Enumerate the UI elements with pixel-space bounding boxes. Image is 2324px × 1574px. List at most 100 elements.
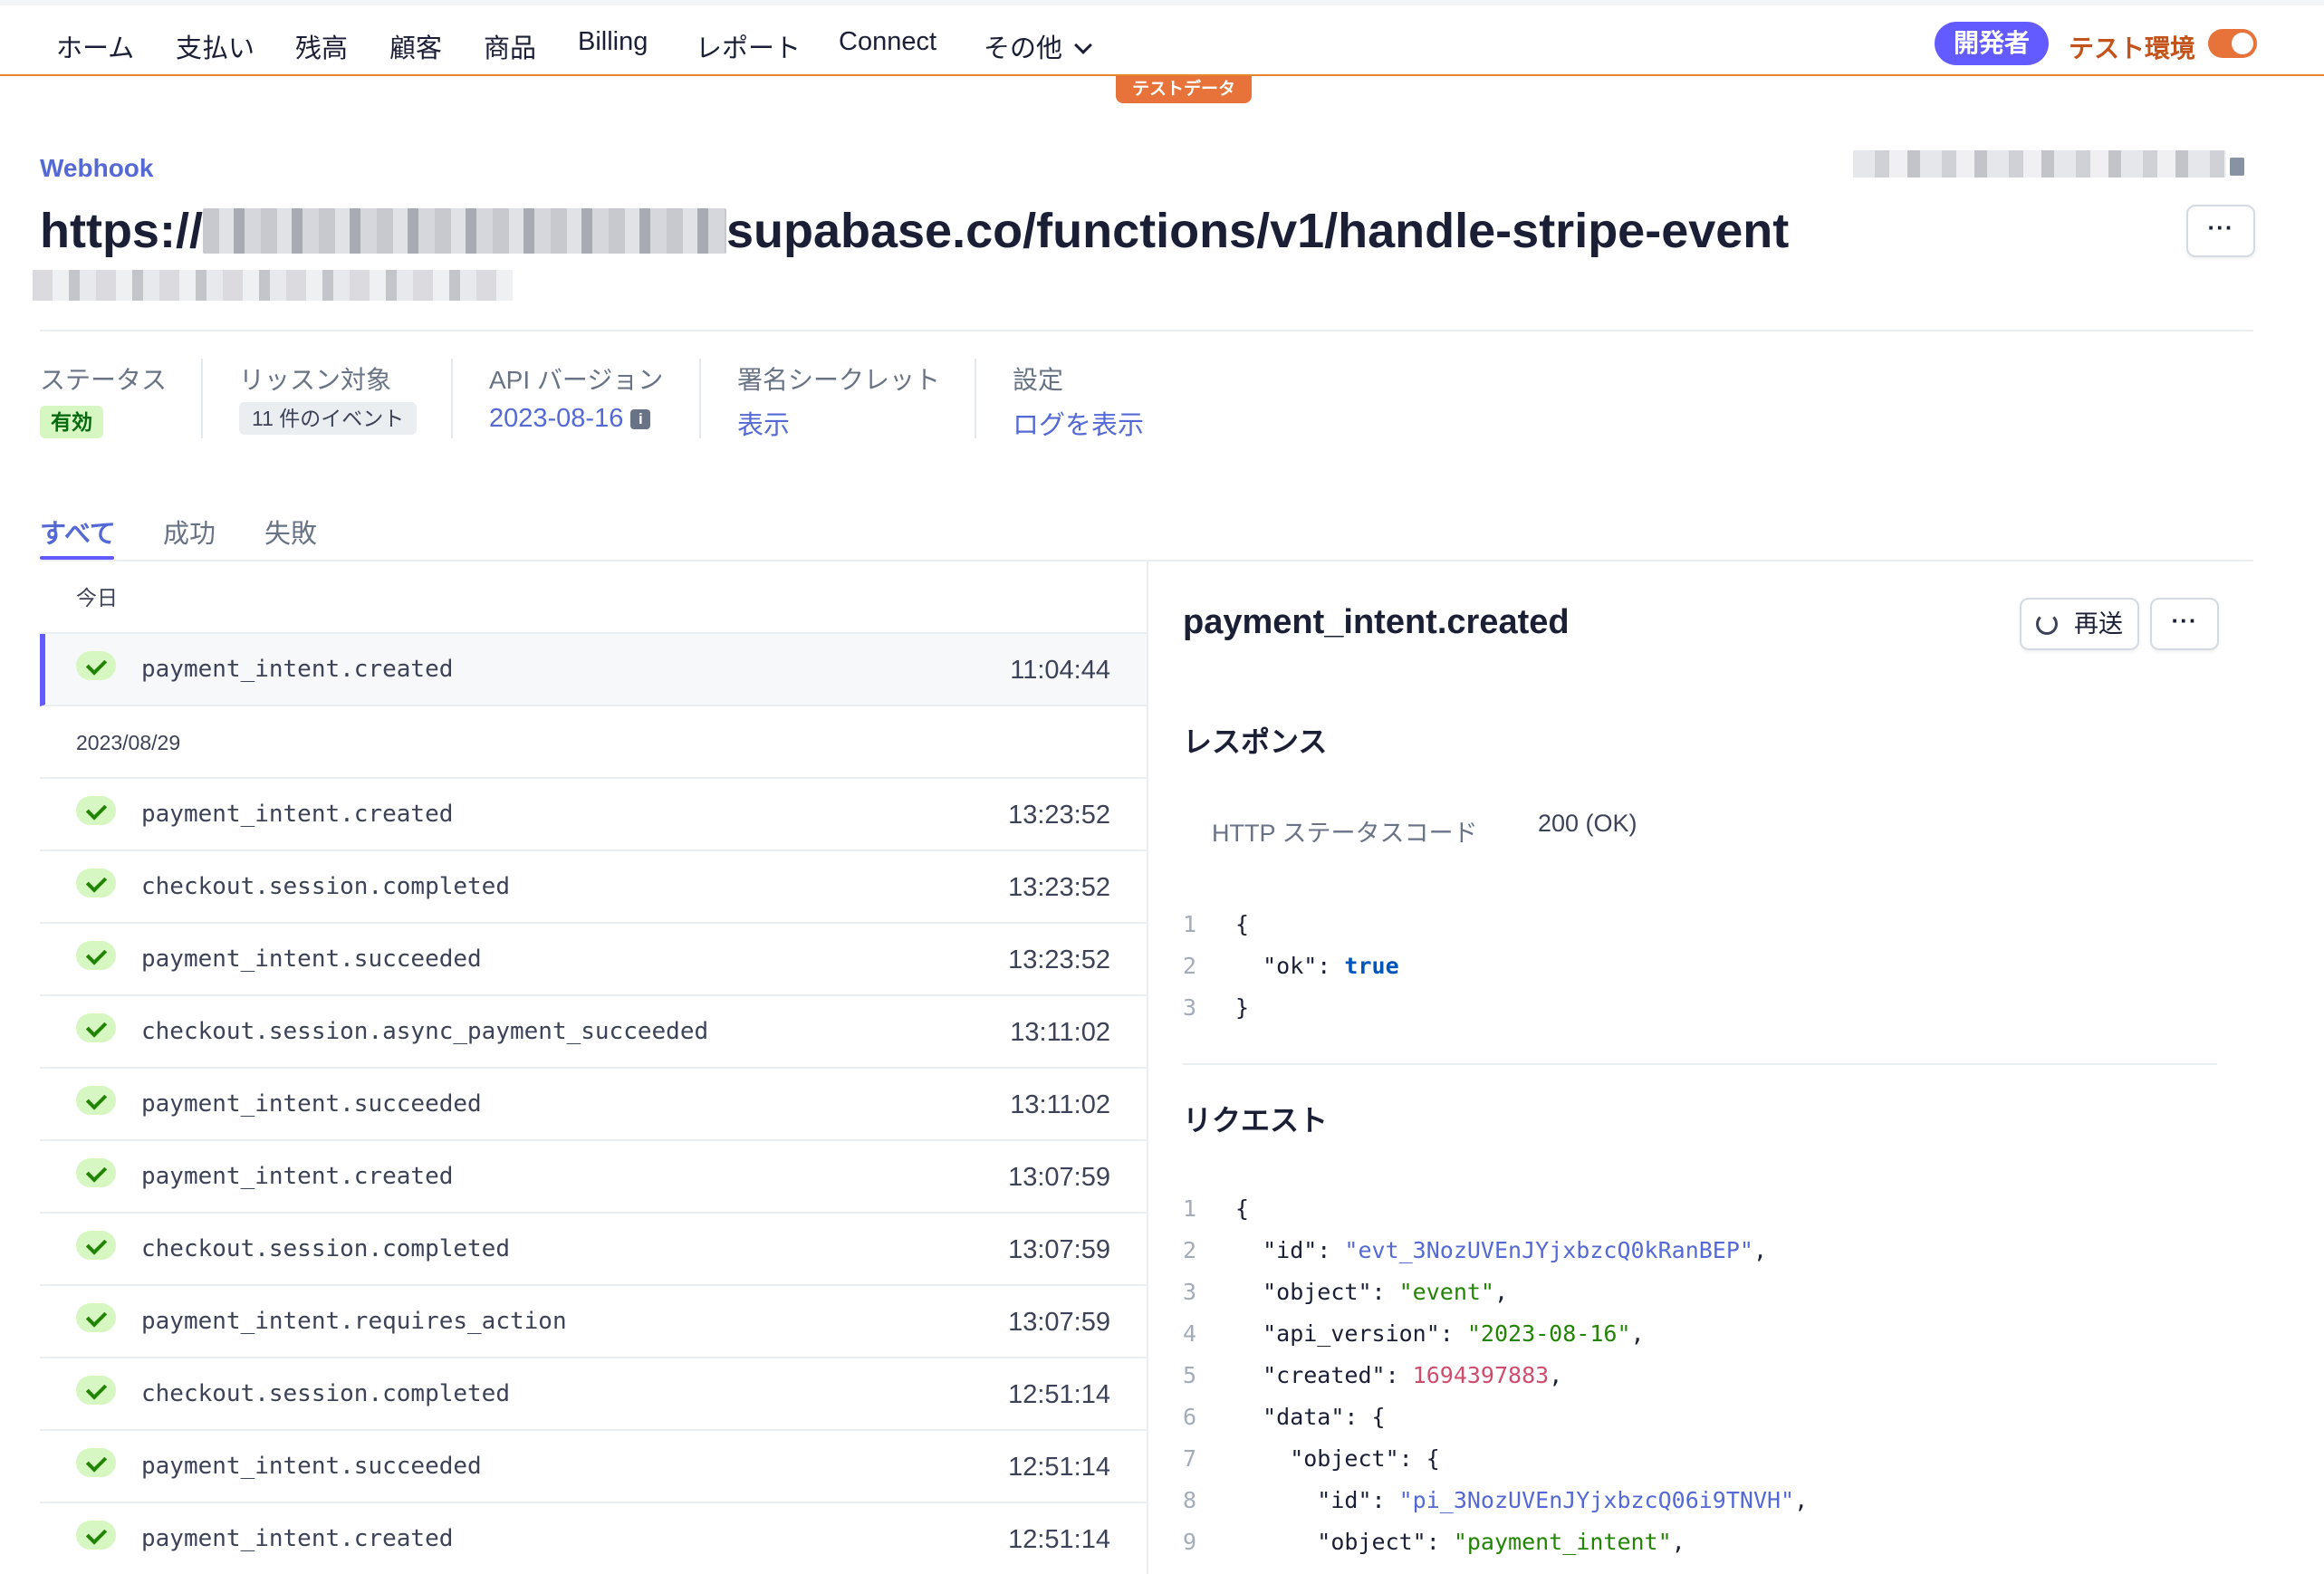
nav-billing[interactable]: Billing — [578, 27, 648, 57]
line-number: 3 — [1183, 994, 1197, 1021]
line-number: 1 — [1183, 1195, 1197, 1222]
check-icon — [76, 1376, 116, 1405]
code-token: "api_version": — [1235, 1320, 1467, 1347]
code-token: , — [1794, 1487, 1809, 1513]
line-number: 4 — [1183, 1320, 1197, 1347]
code-text: { — [1235, 1188, 1249, 1230]
code-token: } — [1235, 994, 1250, 1021]
event-name: payment_intent.created — [141, 801, 454, 828]
tab-all[interactable]: すべて — [40, 513, 116, 551]
event-row[interactable]: payment_intent.created 13:23:52 — [40, 779, 1147, 851]
nav-products[interactable]: 商品 — [484, 27, 536, 65]
check-icon — [76, 1086, 116, 1115]
event-name: payment_intent.created — [141, 656, 454, 683]
event-row[interactable]: checkout.session.completed 13:23:52 — [40, 851, 1147, 924]
code-text: "id": "pi_3NozUVEnJYjxbzcQ06i9TNVH", — [1235, 1480, 1808, 1521]
http-status-value: 200 (OK) — [1538, 810, 1637, 837]
nav-connect[interactable]: Connect — [839, 27, 936, 57]
event-row[interactable]: checkout.session.completed 12:51:14 — [40, 1358, 1147, 1431]
resend-button[interactable]: 再送 — [2020, 598, 2139, 650]
resend-label: 再送 — [2074, 610, 2123, 638]
developer-button[interactable]: 開発者 — [1935, 22, 2049, 65]
nav-payments[interactable]: 支払い — [176, 27, 254, 65]
reveal-secret-link[interactable]: 表示 — [737, 404, 790, 442]
nav-reports[interactable]: レポート — [696, 27, 801, 65]
detail-more-button[interactable]: ··· — [2150, 598, 2219, 650]
event-row[interactable]: payment_intent.succeeded 13:23:52 — [40, 924, 1147, 996]
line-number: 1 — [1183, 911, 1197, 937]
nav-more-label: その他 — [984, 34, 1063, 63]
event-time: 13:23:52 — [1008, 801, 1110, 830]
line-number: 3 — [1183, 1279, 1197, 1305]
nav-balances[interactable]: 残高 — [295, 27, 348, 65]
check-icon — [76, 1303, 116, 1332]
listen-label: リッスン対象 — [239, 366, 392, 394]
event-row[interactable]: payment_intent.created 12:51:14 — [40, 1503, 1147, 1574]
event-detail-title: payment_intent.created — [1183, 603, 1570, 641]
event-row[interactable]: payment_intent.requires_action 13:07:59 — [40, 1286, 1147, 1358]
refresh-icon — [2036, 613, 2058, 635]
nav-more[interactable]: その他 — [984, 27, 1092, 65]
info-icon[interactable]: i — [630, 409, 651, 429]
meta-separator — [975, 359, 976, 438]
nav-customers[interactable]: 顧客 — [389, 27, 442, 65]
http-status-label: HTTP ステータスコード — [1212, 820, 1478, 847]
meta-separator — [699, 359, 701, 438]
url-suffix: supabase.co/functions/v1/handle-stripe-e… — [725, 204, 1790, 258]
settings-label: 設定 — [1013, 366, 1064, 394]
view-logs-link[interactable]: ログを表示 — [1013, 404, 1144, 442]
code-token: "event" — [1398, 1279, 1494, 1305]
breadcrumb-webhook[interactable]: Webhook — [40, 154, 153, 183]
event-row[interactable]: payment_intent.created 11:04:44 — [40, 634, 1147, 706]
nav-home[interactable]: ホーム — [56, 27, 134, 65]
code-token: "2023-08-16" — [1466, 1320, 1631, 1347]
code-token: "id": — [1235, 1237, 1345, 1263]
line-number: 6 — [1183, 1404, 1197, 1430]
event-row[interactable]: payment_intent.succeeded 12:51:14 — [40, 1431, 1147, 1503]
line-number: 7 — [1183, 1445, 1197, 1472]
code-token: , — [1493, 1279, 1509, 1305]
check-icon — [76, 651, 116, 680]
code-token: "id": — [1235, 1487, 1399, 1513]
response-heading: レスポンス — [1183, 725, 1328, 758]
event-row[interactable]: checkout.session.async_payment_succeeded… — [40, 996, 1147, 1069]
code-text: "object": "payment_intent", — [1235, 1521, 1685, 1563]
url-prefix: https:// — [40, 204, 203, 258]
tab-succeeded[interactable]: 成功 — [163, 513, 216, 551]
event-time: 13:07:59 — [1008, 1308, 1110, 1337]
test-mode-toggle[interactable] — [2208, 29, 2257, 58]
top-navigation: ホーム 支払い 残高 顧客 商品 Billing レポート Connect その… — [0, 5, 2324, 76]
code-token: "created": — [1235, 1362, 1413, 1388]
code-text: "object": "event", — [1235, 1272, 1508, 1313]
code-token: "object": — [1235, 1529, 1454, 1555]
code-token: true — [1344, 953, 1399, 979]
code-token: { — [1235, 1195, 1250, 1222]
code-token: "object": { — [1235, 1445, 1440, 1472]
request-heading: リクエスト — [1183, 1104, 1329, 1137]
event-row[interactable]: payment_intent.created 13:07:59 — [40, 1141, 1147, 1214]
status-badge: 有効 — [40, 406, 103, 438]
more-options-button[interactable]: ··· — [2186, 205, 2255, 257]
event-time: 13:11:02 — [1010, 1090, 1110, 1119]
event-time: 13:07:59 — [1008, 1235, 1110, 1264]
pane-divider — [1147, 561, 1148, 1574]
check-icon — [76, 796, 116, 825]
event-name: payment_intent.succeeded — [141, 1090, 482, 1118]
check-icon — [76, 941, 116, 970]
event-time: 11:04:44 — [1010, 656, 1110, 685]
tab-failed[interactable]: 失敗 — [264, 513, 317, 551]
endpoint-id-redacted — [1853, 150, 2226, 178]
event-name: payment_intent.succeeded — [141, 945, 482, 973]
event-name: payment_intent.requires_action — [141, 1308, 567, 1335]
code-token: { — [1235, 911, 1250, 937]
event-row[interactable]: checkout.session.completed 13:07:59 — [40, 1214, 1147, 1286]
event-row[interactable]: payment_intent.succeeded 13:11:02 — [40, 1069, 1147, 1141]
code-token: , — [1753, 1237, 1768, 1263]
check-icon — [76, 1448, 116, 1477]
code-token: 1694397883 — [1412, 1362, 1550, 1388]
code-text: "object": { — [1235, 1438, 1440, 1480]
clipboard-icon[interactable] — [2230, 158, 2244, 176]
events-count-badge[interactable]: 11 件のイベント — [239, 402, 418, 435]
code-text: "id": "evt_3NozUVEnJYjxbzcQ0kRanBEP", — [1235, 1230, 1767, 1272]
line-number: 8 — [1183, 1487, 1197, 1513]
